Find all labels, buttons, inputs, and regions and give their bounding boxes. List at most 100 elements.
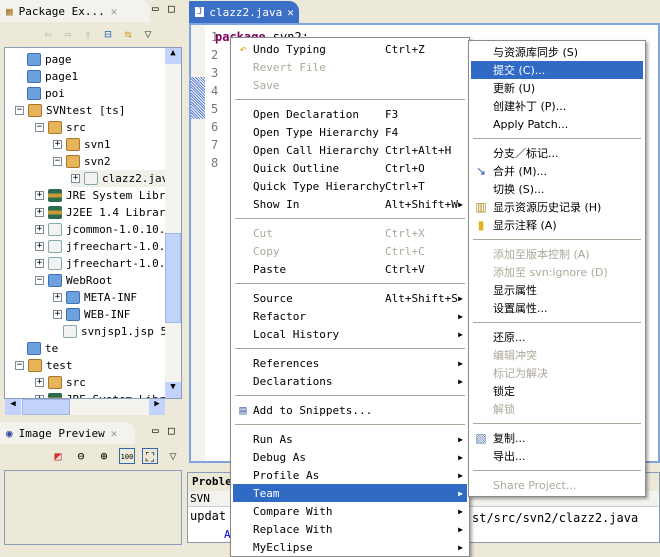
- menu-item-a[interactable]: ▮ 显示注释 (A): [471, 216, 643, 234]
- menu-item-item[interactable]: 显示属性: [471, 281, 643, 299]
- image-preview-tab[interactable]: ◉ Image Preview ✕: [0, 422, 135, 444]
- forward-icon[interactable]: ⇨: [60, 26, 76, 42]
- tree-item[interactable]: + src: [35, 374, 86, 391]
- scroll-left-button[interactable]: ◀: [5, 399, 21, 415]
- scroll-thumb[interactable]: [22, 399, 70, 415]
- editor-tab[interactable]: J clazz2.java ✕: [189, 1, 299, 23]
- tree-item[interactable]: − WebRoot: [35, 272, 112, 289]
- back-icon[interactable]: ⇦: [40, 26, 56, 42]
- menu-item-source[interactable]: Source Alt+Shift+S ▶: [233, 289, 467, 307]
- expander-icon[interactable]: −: [53, 157, 62, 166]
- tree-item[interactable]: page1: [27, 68, 78, 85]
- menu-item-item[interactable]: 设置属性...: [471, 299, 643, 317]
- scroll-up-button[interactable]: ▲: [165, 48, 181, 64]
- expander-icon[interactable]: +: [35, 242, 44, 251]
- menu-item-p[interactable]: 创建补丁 (P)...: [471, 97, 643, 115]
- expander-icon[interactable]: +: [53, 293, 62, 302]
- expander-icon[interactable]: −: [35, 123, 44, 132]
- scroll-thumb[interactable]: [165, 233, 181, 323]
- expander-icon[interactable]: −: [15, 361, 24, 370]
- menu-item-item[interactable]: 分支／标记...: [471, 144, 643, 162]
- collapse-all-icon[interactable]: ⊟: [100, 26, 116, 42]
- expander-icon[interactable]: +: [35, 378, 44, 387]
- menu-item-item[interactable]: 锁定: [471, 382, 643, 400]
- tree-item[interactable]: + META-INF: [53, 289, 137, 306]
- expander-icon[interactable]: +: [35, 208, 44, 217]
- menu-item-show-in[interactable]: Show In Alt+Shift+W ▶: [233, 195, 467, 213]
- menu-item-compare-with[interactable]: Compare With ▶: [233, 502, 467, 520]
- tree-item[interactable]: − src: [35, 119, 86, 136]
- menu-item-item[interactable]: 还原...: [471, 328, 643, 346]
- menu-item-open-call-hierarchy[interactable]: Open Call Hierarchy Ctrl+Alt+H: [233, 141, 467, 159]
- menu-item-local-history[interactable]: Local History ▶: [233, 325, 467, 343]
- menu-item-refactor[interactable]: Refactor ▶: [233, 307, 467, 325]
- expander-icon[interactable]: +: [35, 259, 44, 268]
- menu-item-add-to-snippets[interactable]: ▤ Add to Snippets...: [233, 401, 467, 419]
- tree-item[interactable]: + J2EE 1.4 Library: [35, 204, 172, 221]
- tree-item[interactable]: te: [27, 340, 58, 357]
- scroll-right-button[interactable]: ▶: [149, 399, 165, 415]
- minimize-icon[interactable]: ▭: [152, 2, 159, 15]
- tree-item[interactable]: + jcommon-1.0.10.j: [35, 221, 172, 238]
- expander-icon[interactable]: −: [15, 106, 24, 115]
- scroll-down-button[interactable]: ▼: [165, 382, 181, 398]
- minimize-icon[interactable]: ▭: [152, 424, 159, 437]
- menu-item-quick-type-hierarchy[interactable]: Quick Type Hierarchy Ctrl+T: [233, 177, 467, 195]
- link-editor-icon[interactable]: ⇆: [120, 26, 136, 42]
- horizontal-scrollbar[interactable]: ◀ ▶: [5, 399, 165, 415]
- menu-item-run-as[interactable]: Run As ▶: [233, 430, 467, 448]
- menu-item-undo-typing[interactable]: ↶ Undo Typing Ctrl+Z: [233, 40, 467, 58]
- menu-item-references[interactable]: References ▶: [233, 354, 467, 372]
- menu-item-declarations[interactable]: Declarations ▶: [233, 372, 467, 390]
- expander-icon[interactable]: +: [53, 310, 62, 319]
- tree-item[interactable]: − svn2: [53, 153, 111, 170]
- menu-item-item[interactable]: ▧ 复制...: [471, 429, 643, 447]
- menu-item-profile-as[interactable]: Profile As ▶: [233, 466, 467, 484]
- menu-item-s[interactable]: 切换 (S)...: [471, 180, 643, 198]
- maximize-icon[interactable]: □: [168, 2, 175, 15]
- menu-item-debug-as[interactable]: Debug As ▶: [233, 448, 467, 466]
- tree-item[interactable]: − test: [15, 357, 73, 374]
- fullscreen-icon[interactable]: ⛶: [142, 448, 158, 464]
- zoom-out-icon[interactable]: ⊖: [73, 448, 89, 464]
- close-icon[interactable]: ✕: [111, 427, 118, 440]
- tree-item[interactable]: + JRE System Librar: [35, 187, 179, 204]
- menu-item-s[interactable]: 与资源库同步 (S): [471, 43, 643, 61]
- menu-item-apply-patch[interactable]: Apply Patch...: [471, 115, 643, 133]
- tree-item[interactable]: + svn1: [53, 136, 111, 153]
- maximize-icon[interactable]: □: [168, 424, 175, 437]
- menu-item-h[interactable]: ▥ 显示资源历史记录 (H): [471, 198, 643, 216]
- tree-item[interactable]: + jfreechart-1.0.6-: [35, 255, 179, 272]
- zoom-in-icon[interactable]: ⊕: [96, 448, 112, 464]
- menu-item-quick-outline[interactable]: Quick Outline Ctrl+O: [233, 159, 467, 177]
- vertical-scrollbar[interactable]: ▲ ▼: [165, 48, 181, 398]
- up-icon[interactable]: ⇧: [80, 26, 96, 42]
- expander-icon[interactable]: +: [53, 140, 62, 149]
- tree-item[interactable]: + clazz2.jav: [71, 170, 169, 187]
- menu-item-replace-with[interactable]: Replace With ▶: [233, 520, 467, 538]
- view-menu-icon[interactable]: ▽: [140, 26, 156, 42]
- menu-item-open-type-hierarchy[interactable]: Open Type Hierarchy F4: [233, 123, 467, 141]
- expander-icon[interactable]: +: [71, 174, 80, 183]
- expander-icon[interactable]: −: [35, 276, 44, 285]
- close-icon[interactable]: ✕: [287, 6, 294, 19]
- view-menu-icon[interactable]: ▽: [165, 448, 181, 464]
- tree-item[interactable]: page: [27, 51, 72, 68]
- actual-size-icon[interactable]: 100: [119, 448, 135, 464]
- menu-item-u[interactable]: 更新 (U): [471, 79, 643, 97]
- tree-item[interactable]: + jfreechart-1.0.6-: [35, 238, 179, 255]
- expander-icon[interactable]: +: [35, 225, 44, 234]
- menu-item-c[interactable]: 提交 (C)...: [471, 61, 643, 79]
- close-icon[interactable]: ✕: [111, 5, 118, 18]
- menu-item-paste[interactable]: Paste Ctrl+V: [233, 260, 467, 278]
- menu-item-item[interactable]: 导出...: [471, 447, 643, 465]
- package-explorer-tab[interactable]: ▦ Package Ex... ✕: [0, 0, 150, 22]
- tree-item[interactable]: − SVNtest [ts]: [15, 102, 125, 119]
- tree-item[interactable]: poi: [27, 85, 65, 102]
- menu-item-myeclipse[interactable]: MyEclipse ▶: [233, 538, 467, 556]
- expander-icon[interactable]: +: [35, 191, 44, 200]
- menu-item-m[interactable]: ↘ 合并 (M)...: [471, 162, 643, 180]
- tree-item[interactable]: svnjsp1.jsp 5': [63, 323, 174, 340]
- menu-item-team[interactable]: Team ▶: [233, 484, 467, 502]
- menu-item-open-declaration[interactable]: Open Declaration F3: [233, 105, 467, 123]
